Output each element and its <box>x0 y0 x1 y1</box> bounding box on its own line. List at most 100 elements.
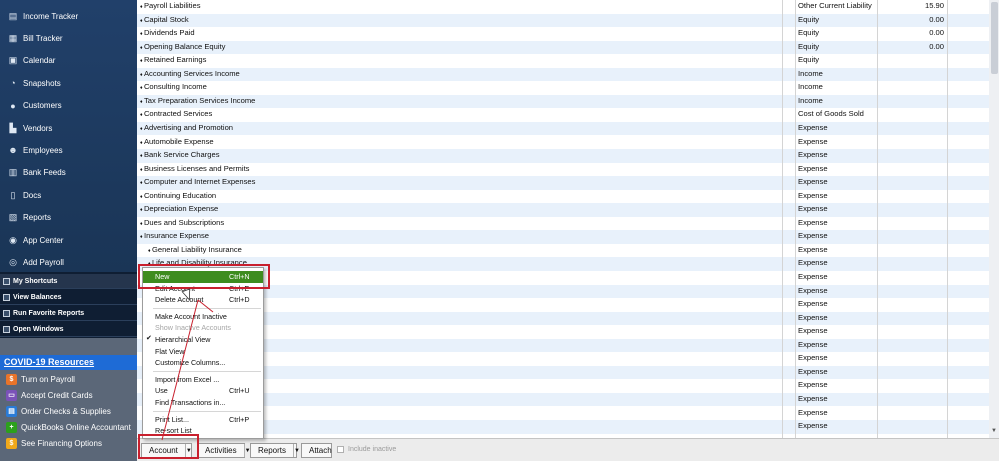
table-row[interactable]: Expense <box>137 338 989 353</box>
table-row[interactable]: ♦ Computer and Internet Expenses Expense <box>137 176 989 190</box>
table-row[interactable]: Expense <box>137 325 989 339</box>
menu-item-import-from-excel[interactable]: Import from Excel ... <box>143 374 263 386</box>
table-row[interactable]: ♦ Dividends Paid Equity 0.00 <box>137 27 989 41</box>
shortcut-icon <box>3 293 10 301</box>
table-row[interactable]: ♦ Automobile Expense Expense <box>137 136 989 150</box>
covid-link-turn-on-payroll[interactable]: $ Turn on Payroll <box>0 371 137 387</box>
account-name-text: Accounting Services Income <box>143 68 240 78</box>
menu-item-flat-view[interactable]: Flat View <box>143 346 263 358</box>
include-inactive-checkbox[interactable]: Include inactive <box>337 446 396 453</box>
sidebar-item-add-payroll[interactable]: ◎ Add Payroll <box>0 251 137 273</box>
table-row[interactable]: ♦ Insurance Expense Expense <box>137 230 989 244</box>
column-divider <box>782 0 783 438</box>
menu-separator <box>153 307 261 309</box>
activities-button-label: Activities <box>205 446 237 455</box>
table-row[interactable]: ♦ Consulting Income Income <box>137 81 989 95</box>
vertical-scrollbar[interactable]: ▼ <box>989 0 999 438</box>
shortcut-my-shortcuts[interactable]: My Shortcuts <box>0 274 137 289</box>
activities-button[interactable]: Activities ▼ <box>197 443 251 458</box>
sidebar-item-label: Add Payroll <box>23 257 64 267</box>
sidebar-item-docs[interactable]: ▯ Docs <box>0 184 137 206</box>
covid-link-quickbooks-online-accountant[interactable]: + QuickBooks Online Accountant <box>0 419 137 435</box>
table-row[interactable]: ♦ General Liability Insurance Expense <box>137 244 989 258</box>
table-row[interactable]: ♦ Payroll Liabilities Other Current Liabi… <box>137 0 989 14</box>
account-type: Expense <box>798 393 828 403</box>
reports-button[interactable]: Reports ▼ <box>250 443 300 458</box>
shortcut-open-windows[interactable]: Open Windows <box>0 322 137 337</box>
table-row[interactable]: Expense <box>137 352 989 366</box>
shortcut-run-favorite-reports[interactable]: Run Favorite Reports <box>0 306 137 321</box>
bill-tracker-icon: ▦ <box>8 32 18 43</box>
sidebar-item-income-tracker[interactable]: ▤ Income Tracker <box>0 5 137 27</box>
sidebar-item-snapshots[interactable]: ◔ Snapshots <box>0 72 137 94</box>
account-name: ♦ Depreciation Expense <box>140 204 218 213</box>
account-name-text: Advertising and Promotion <box>143 122 234 132</box>
table-row[interactable]: ♦ Continuing Education Expense <box>137 190 989 204</box>
sidebar-item-bill-tracker[interactable]: ▦ Bill Tracker <box>0 27 137 49</box>
menu-item-use[interactable]: Use Ctrl+U <box>143 385 263 397</box>
account-name: ♦ Opening Balance Equity <box>140 42 225 51</box>
account-name: ♦ Bank Service Charges <box>140 150 220 159</box>
financing-icon: $ <box>6 437 17 449</box>
table-row[interactable]: ♦ Contracted Services Cost of Goods Sold <box>137 108 989 122</box>
account-name-text: Insurance Expense <box>143 231 209 241</box>
menu-item-hierarchical-view[interactable]: ✔ Hierarchical View <box>143 334 263 346</box>
table-row[interactable]: ♦ Business Licenses and Permits Expense <box>137 163 989 177</box>
reports-icon: ▧ <box>8 212 18 223</box>
checkmark-icon: ✔ <box>146 335 152 342</box>
shortcut-view-balances[interactable]: View Balances <box>0 290 137 305</box>
sidebar-item-customers[interactable]: ● Customers <box>0 95 137 117</box>
covid-resources-title[interactable]: COVID-19 Resources <box>0 355 137 370</box>
table-row[interactable]: ♦ Depreciation Expense Expense <box>137 203 989 217</box>
covid-link-order-checks-supplies[interactable]: ▤ Order Checks & Supplies <box>0 403 137 419</box>
table-row[interactable]: Expense <box>137 311 989 326</box>
sidebar-item-label: App Center <box>23 235 64 245</box>
scrollbar-thumb[interactable] <box>991 2 998 74</box>
chevron-down-icon[interactable]: ▼ <box>293 444 300 457</box>
table-row[interactable]: Expense <box>137 420 989 434</box>
table-row[interactable]: Expense <box>137 379 989 393</box>
account-name: ♦ Advertising and Promotion <box>140 123 233 132</box>
menu-item-find-transactions-in[interactable]: Find Transactions in... <box>143 397 263 409</box>
account-type: Equity <box>798 14 820 24</box>
table-row[interactable]: ♦ Capital Stock Equity 0.00 <box>137 13 989 28</box>
table-row[interactable]: Expense <box>137 392 989 407</box>
covid-link-accept-credit-cards[interactable]: ▭ Accept Credit Cards <box>0 387 137 403</box>
sidebar-item-app-center[interactable]: ◉ App Center <box>0 229 137 251</box>
menu-item-customize-columns[interactable]: Customize Columns... <box>143 357 263 369</box>
account-name: ♦ Tax Preparation Services Income <box>140 96 255 105</box>
covid-link-see-financing-options[interactable]: $ See Financing Options <box>0 435 137 451</box>
vendors-icon: ▙ <box>9 122 17 133</box>
scroll-down-arrow-icon[interactable]: ▼ <box>990 428 998 436</box>
table-row[interactable]: ♦ Advertising and Promotion Expense <box>137 121 989 136</box>
sidebar-item-bank-feeds[interactable]: ▥ Bank Feeds <box>0 162 137 184</box>
sidebar-item-vendors[interactable]: ▙ Vendors <box>0 117 137 139</box>
table-row[interactable]: ♦ Retained Earnings Equity <box>137 54 989 68</box>
table-row[interactable]: ♦ Opening Balance Equity Equity 0.00 <box>137 40 989 55</box>
attach-button[interactable]: Attach <box>301 443 332 458</box>
table-row[interactable]: ♦ Dues and Subscriptions Expense <box>137 217 989 231</box>
sidebar-item-employees[interactable]: ☻ Employees <box>0 139 137 161</box>
menu-item-label: Show Inactive Accounts <box>155 323 231 333</box>
menu-item-label: Flat View <box>155 346 185 356</box>
shortcut-label: Run Favorite Reports <box>13 309 85 317</box>
quickbooks-window: ▤ Income Tracker ▦ Bill Tracker ▣ Calendar ◔ Sn… <box>0 0 999 461</box>
table-row[interactable]: ♦ Accounting Services Income Income <box>137 67 989 82</box>
table-row[interactable]: Expense <box>137 407 989 421</box>
sidebar-item-calendar[interactable]: ▣ Calendar <box>0 50 137 72</box>
menu-separator <box>153 370 261 372</box>
table-row[interactable]: ♦ Bank Service Charges Expense <box>137 149 989 163</box>
table-row[interactable]: ♦ Tax Preparation Services Income Income <box>137 94 989 109</box>
menu-item-make-account-inactive[interactable]: Make Account Inactive <box>143 311 263 323</box>
sidebar-item-label: Calendar <box>23 56 56 66</box>
column-divider <box>947 0 948 438</box>
menu-item-label: Customize Columns... <box>155 358 226 368</box>
docs-icon: ▯ <box>10 189 16 200</box>
checkbox-box[interactable] <box>337 446 344 453</box>
sidebar-item-reports[interactable]: ▧ Reports <box>0 207 137 229</box>
menu-item-delete-account[interactable]: Delete Account Ctrl+D <box>143 294 263 306</box>
table-row[interactable]: Expense <box>137 298 989 312</box>
account-type: Expense <box>798 258 828 268</box>
menu-item-print-list[interactable]: Print List... Ctrl+P <box>143 414 263 426</box>
table-row[interactable]: Expense <box>137 365 989 380</box>
